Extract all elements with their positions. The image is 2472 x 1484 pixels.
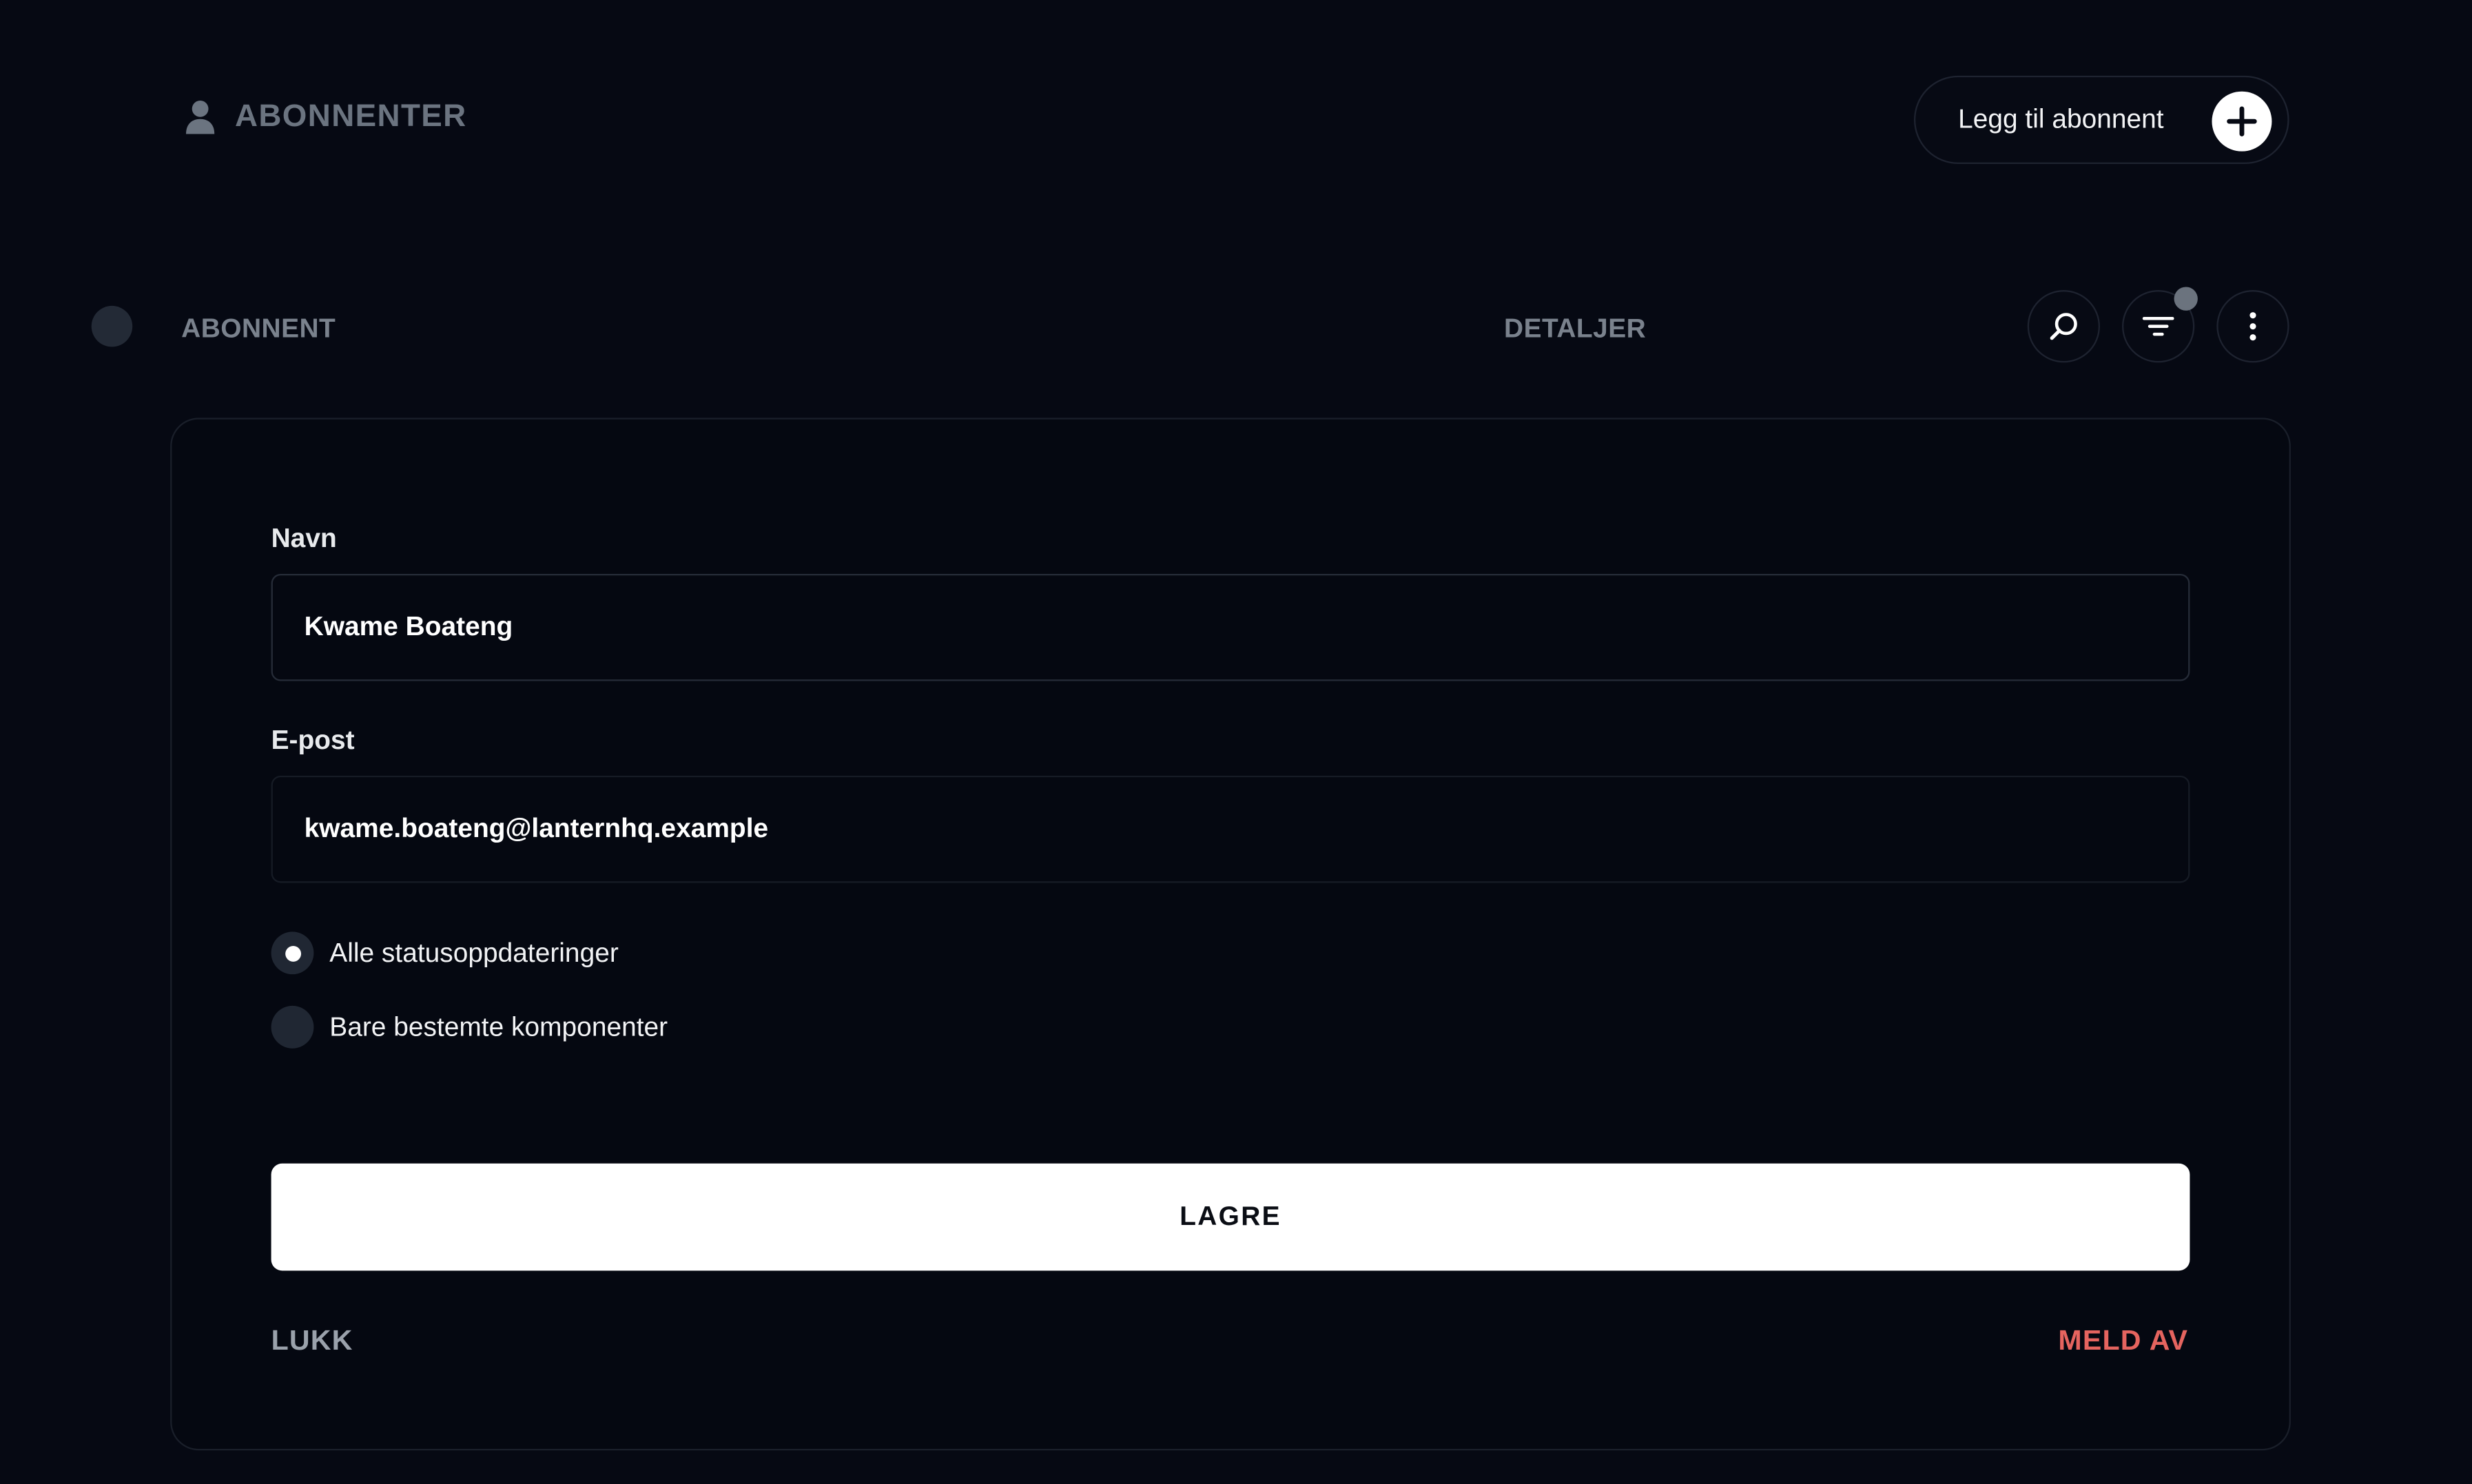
name-label: Navn xyxy=(271,523,337,554)
radio-specific-components[interactable]: Bare bestemte komponenter xyxy=(271,1005,668,1049)
plus-circle-icon xyxy=(2212,91,2272,152)
close-button[interactable]: LUKK xyxy=(271,1324,353,1357)
filter-icon xyxy=(2141,309,2176,344)
user-icon xyxy=(183,98,217,136)
search-button[interactable] xyxy=(2027,290,2101,363)
page-header: ABONNENTER xyxy=(183,98,466,136)
more-options-button[interactable] xyxy=(2216,290,2289,363)
page: ABONNENTER Legg til abonnent ABONNENT DE… xyxy=(0,0,2472,1483)
column-header-details: DETALJER xyxy=(1504,313,1647,344)
filter-active-badge xyxy=(2174,287,2198,311)
email-label: E-post xyxy=(271,725,355,756)
select-all-checkbox[interactable] xyxy=(91,305,133,347)
radio-selected-dot xyxy=(285,945,300,961)
unsubscribe-button[interactable]: MELD AV xyxy=(2058,1324,2188,1357)
add-subscriber-label: Legg til abonnent xyxy=(1958,104,2164,134)
save-button[interactable]: LAGRE xyxy=(271,1163,2190,1271)
more-vertical-icon xyxy=(2236,309,2270,344)
add-subscriber-button[interactable]: Legg til abonnent xyxy=(1913,75,2289,164)
search-icon xyxy=(2046,309,2081,344)
name-input[interactable] xyxy=(271,573,2190,681)
radio-label-specific-components: Bare bestemte komponenter xyxy=(329,1011,668,1042)
column-header-subscriber: ABONNENT xyxy=(181,313,336,344)
radio-button[interactable] xyxy=(271,1005,314,1049)
radio-label-all-updates: Alle statusoppdateringer xyxy=(329,937,619,967)
radio-all-updates[interactable]: Alle statusoppdateringer xyxy=(271,931,619,975)
subscriber-edit-card: Navn E-post Alle statusoppdateringer Bar… xyxy=(170,418,2291,1451)
email-input[interactable] xyxy=(271,775,2190,883)
page-title: ABONNENTER xyxy=(234,99,467,134)
radio-button-selected[interactable] xyxy=(271,931,314,975)
